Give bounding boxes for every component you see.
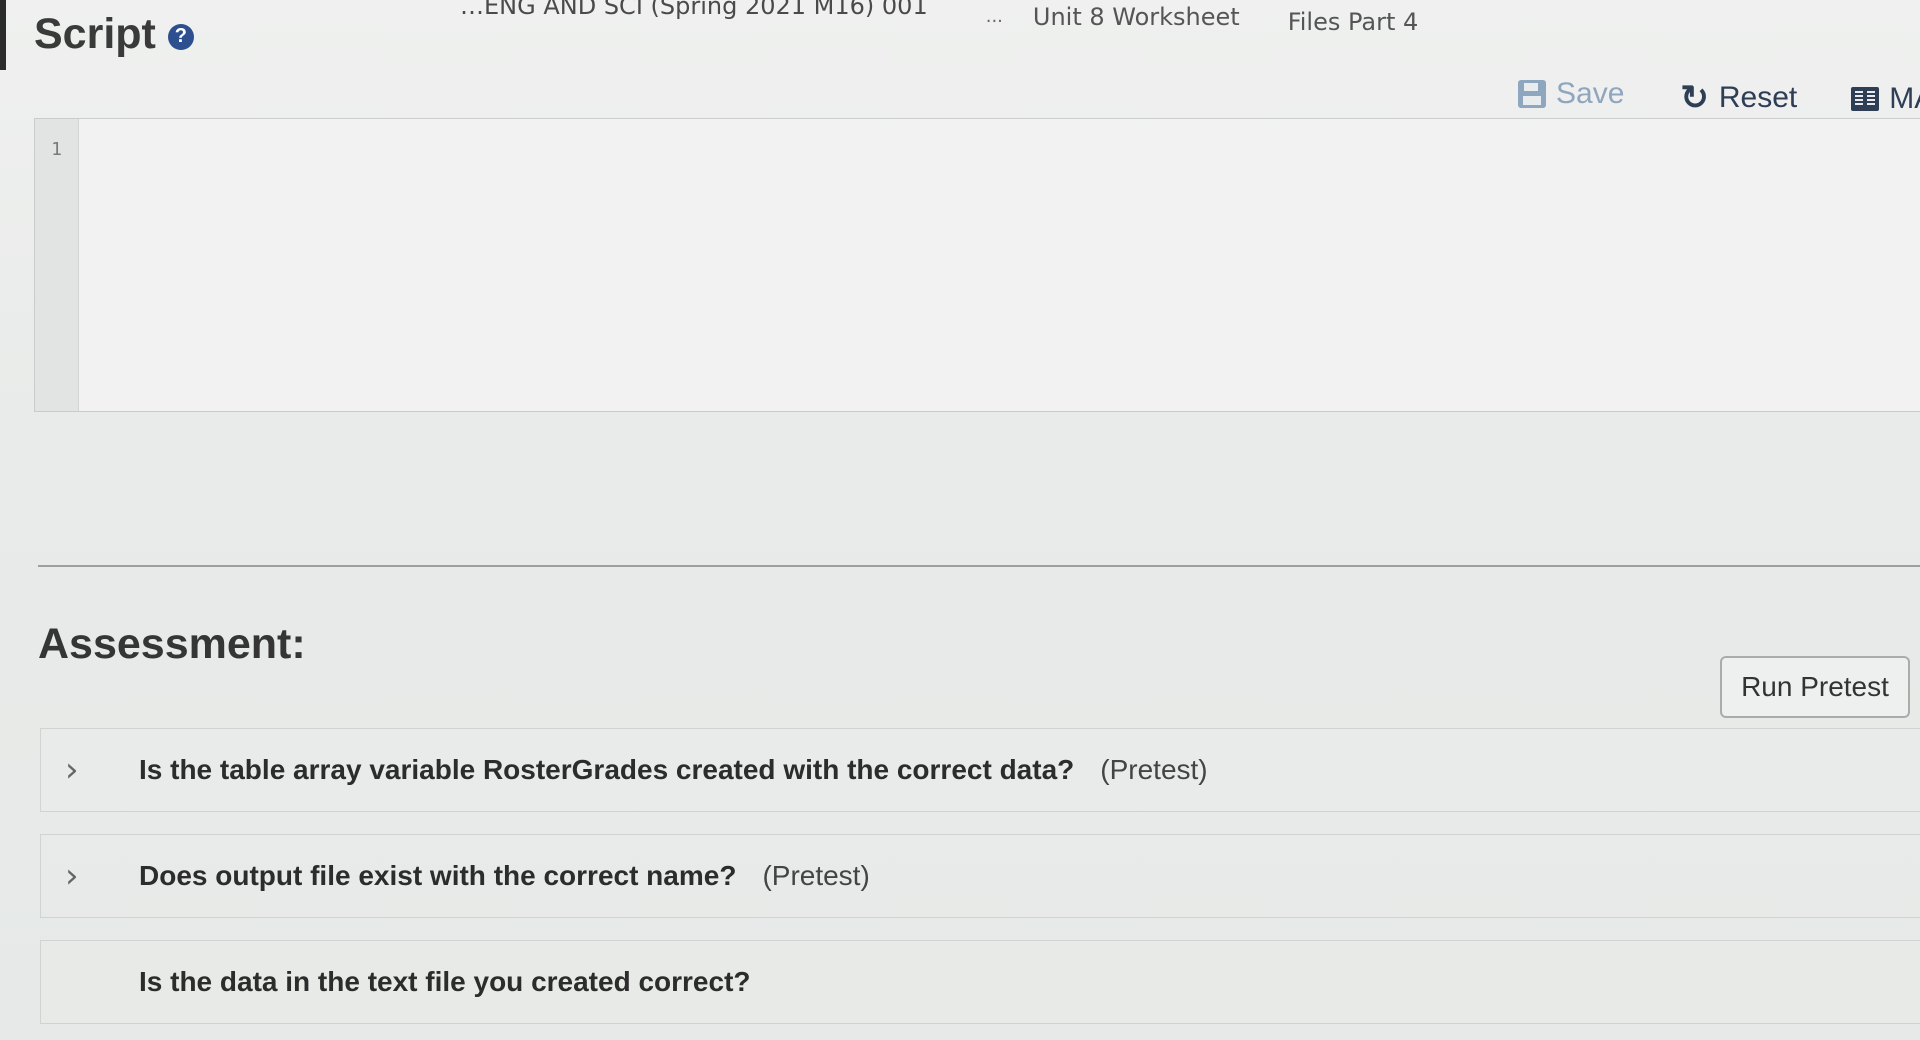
save-label: Save [1556, 77, 1625, 110]
chevron-right-icon[interactable]: › [65, 859, 95, 893]
save-icon [1518, 80, 1546, 108]
test-question: Is the data in the text file you created… [139, 966, 751, 997]
section-divider [38, 565, 1920, 567]
test-pretest-tag: (Pretest) [762, 860, 870, 891]
help-icon[interactable]: ? [167, 23, 194, 50]
breadcrumb-course[interactable]: …ENG AND SCI (Spring 2021 M16) 001 [460, 0, 928, 20]
ma-button[interactable]: MA [1851, 82, 1920, 116]
assessment-test-item: Is the data in the text file you created… [40, 940, 1920, 1024]
line-number: 1 [51, 139, 62, 160]
line-number-gutter: 1 [35, 119, 79, 411]
breadcrumb-unit[interactable]: Unit 8 Worksheet [1033, 3, 1240, 31]
run-pretest-button[interactable]: Run Pretest [1720, 656, 1910, 718]
reset-label: Reset [1718, 81, 1798, 114]
assessment-tests-list: › Is the table array variable RosterGrad… [40, 728, 1920, 1040]
test-pretest-tag: (Pretest) [1100, 754, 1208, 785]
breadcrumb-ellipsis[interactable]: ... [986, 6, 1003, 27]
script-heading: Script ? [34, 10, 194, 59]
chevron-right-icon[interactable]: › [65, 753, 95, 787]
ma-label: MA [1889, 82, 1920, 115]
active-section-indicator [0, 0, 6, 70]
code-editor: 1 [34, 118, 1920, 412]
code-input-area[interactable] [79, 119, 1920, 411]
breadcrumb-files[interactable]: Files Part 4 [1288, 8, 1419, 36]
reset-icon: ↻ [1680, 79, 1709, 117]
breadcrumb: …ENG AND SCI (Spring 2021 M16) 001 ... U… [460, 0, 1418, 40]
book-icon [1851, 87, 1880, 111]
reset-button[interactable]: ↻ Reset [1680, 81, 1797, 115]
save-button[interactable]: Save [1518, 77, 1624, 111]
assessment-test-item[interactable]: › Is the table array variable RosterGrad… [40, 728, 1920, 812]
script-toolbar: Save ↻ Reset MA [1518, 72, 1920, 116]
script-title: Script [34, 10, 156, 58]
test-question: Does output file exist with the correct … [139, 860, 737, 891]
assessment-title: Assessment: [38, 620, 306, 668]
assessment-test-item[interactable]: › Does output file exist with the correc… [40, 834, 1920, 918]
test-question: Is the table array variable RosterGrades… [139, 754, 1075, 785]
page: …ENG AND SCI (Spring 2021 M16) 001 ... U… [0, 0, 1920, 1040]
